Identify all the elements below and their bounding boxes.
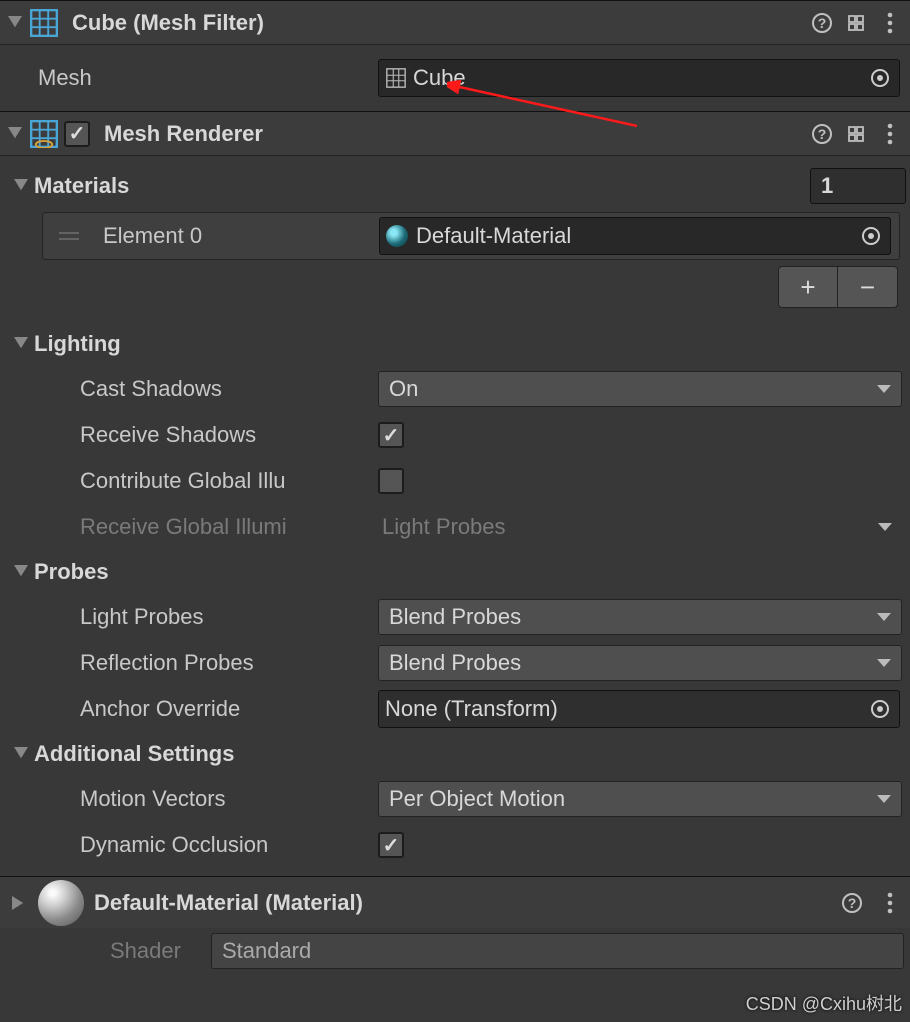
- lighting-header[interactable]: Lighting: [4, 322, 906, 366]
- motion-vectors-dropdown[interactable]: Per Object Motion: [378, 781, 902, 817]
- additional-label: Additional Settings: [34, 741, 234, 767]
- materials-label: Materials: [34, 173, 129, 199]
- enable-checkbox[interactable]: [64, 121, 90, 147]
- remove-button[interactable]: −: [838, 266, 898, 308]
- mesh-filter-header[interactable]: Cube (Mesh Filter) ?: [0, 1, 910, 45]
- target-icon: [871, 700, 889, 718]
- mesh-filter-icon: [30, 9, 58, 37]
- target-icon: [871, 69, 889, 87]
- mesh-value: Cube: [413, 65, 466, 91]
- shader-dropdown[interactable]: Standard: [211, 933, 904, 969]
- material-icon: [386, 225, 408, 247]
- receive-shadows-checkbox[interactable]: [378, 422, 404, 448]
- materials-list: Element 0 Default-Material: [42, 212, 900, 260]
- light-probes-label: Light Probes: [8, 604, 378, 630]
- mesh-renderer-icon: [30, 120, 58, 148]
- mesh-label: Mesh: [8, 65, 378, 91]
- receive-gi-dropdown: Light Probes: [378, 509, 902, 545]
- probes-header[interactable]: Probes: [4, 550, 906, 594]
- svg-text:?: ?: [848, 895, 857, 911]
- mesh-renderer-component: Mesh Renderer ? Materials 1 Element 0 De…: [0, 111, 910, 876]
- material-preview-icon: [38, 880, 84, 926]
- foldout-toggle[interactable]: [10, 894, 28, 912]
- watermark-text: CSDN @Cxihu树北: [746, 990, 902, 1016]
- receive-shadows-label: Receive Shadows: [8, 422, 378, 448]
- target-icon: [862, 227, 880, 245]
- foldout-toggle[interactable]: [12, 177, 30, 195]
- kebab-menu-icon[interactable]: [876, 120, 904, 148]
- drag-handle-icon[interactable]: [49, 232, 89, 240]
- reflection-probes-label: Reflection Probes: [8, 650, 378, 676]
- cast-shadows-dropdown[interactable]: On: [378, 371, 902, 407]
- mesh-object-field[interactable]: Cube: [378, 59, 900, 97]
- add-button[interactable]: +: [778, 266, 838, 308]
- materials-size-field[interactable]: 1: [810, 168, 906, 204]
- lighting-label: Lighting: [34, 331, 121, 357]
- additional-header[interactable]: Additional Settings: [4, 732, 906, 776]
- probes-label: Probes: [34, 559, 109, 585]
- foldout-toggle[interactable]: [6, 125, 24, 143]
- svg-text:?: ?: [818, 126, 827, 142]
- reflection-probes-dropdown[interactable]: Blend Probes: [378, 645, 902, 681]
- mesh-renderer-title: Mesh Renderer: [96, 121, 802, 147]
- shader-row: Shader Standard: [0, 928, 910, 974]
- preset-icon[interactable]: [842, 120, 870, 148]
- motion-vectors-label: Motion Vectors: [8, 786, 378, 812]
- foldout-toggle[interactable]: [12, 335, 30, 353]
- light-probes-dropdown[interactable]: Blend Probes: [378, 599, 902, 635]
- cast-shadows-label: Cast Shadows: [8, 376, 378, 402]
- help-icon[interactable]: ?: [808, 9, 836, 37]
- kebab-menu-icon[interactable]: [876, 9, 904, 37]
- mesh-filter-title: Cube (Mesh Filter): [64, 10, 802, 36]
- help-icon[interactable]: ?: [808, 120, 836, 148]
- help-icon[interactable]: ?: [838, 889, 866, 917]
- element0-label: Element 0: [89, 223, 379, 249]
- material-title: Default-Material (Material): [94, 890, 828, 916]
- dynamic-occlusion-checkbox[interactable]: [378, 832, 404, 858]
- mesh-renderer-header[interactable]: Mesh Renderer ?: [0, 112, 910, 156]
- contribute-gi-label: Contribute Global Illu: [8, 468, 378, 494]
- object-picker-button[interactable]: [856, 221, 886, 251]
- kebab-menu-icon[interactable]: [876, 889, 904, 917]
- contribute-gi-checkbox[interactable]: [378, 468, 404, 494]
- dynamic-occlusion-label: Dynamic Occlusion: [8, 832, 378, 858]
- preset-icon[interactable]: [842, 9, 870, 37]
- element0-material-field[interactable]: Default-Material: [379, 217, 891, 255]
- element0-value: Default-Material: [416, 223, 571, 249]
- material-header[interactable]: Default-Material (Material) ?: [0, 876, 910, 928]
- mesh-filter-component: Cube (Mesh Filter) ? Mesh Cube: [0, 0, 910, 111]
- mesh-icon: [385, 67, 407, 89]
- object-picker-button[interactable]: [865, 63, 895, 93]
- anchor-override-label: Anchor Override: [8, 696, 378, 722]
- shader-label: Shader: [110, 938, 181, 964]
- anchor-override-field[interactable]: None (Transform): [378, 690, 900, 728]
- foldout-toggle[interactable]: [6, 14, 24, 32]
- foldout-toggle[interactable]: [12, 563, 30, 581]
- foldout-toggle[interactable]: [12, 745, 30, 763]
- materials-header[interactable]: Materials 1: [4, 164, 906, 208]
- receive-gi-label: Receive Global Illumi: [8, 514, 378, 540]
- object-picker-button[interactable]: [865, 694, 895, 724]
- svg-text:?: ?: [818, 15, 827, 31]
